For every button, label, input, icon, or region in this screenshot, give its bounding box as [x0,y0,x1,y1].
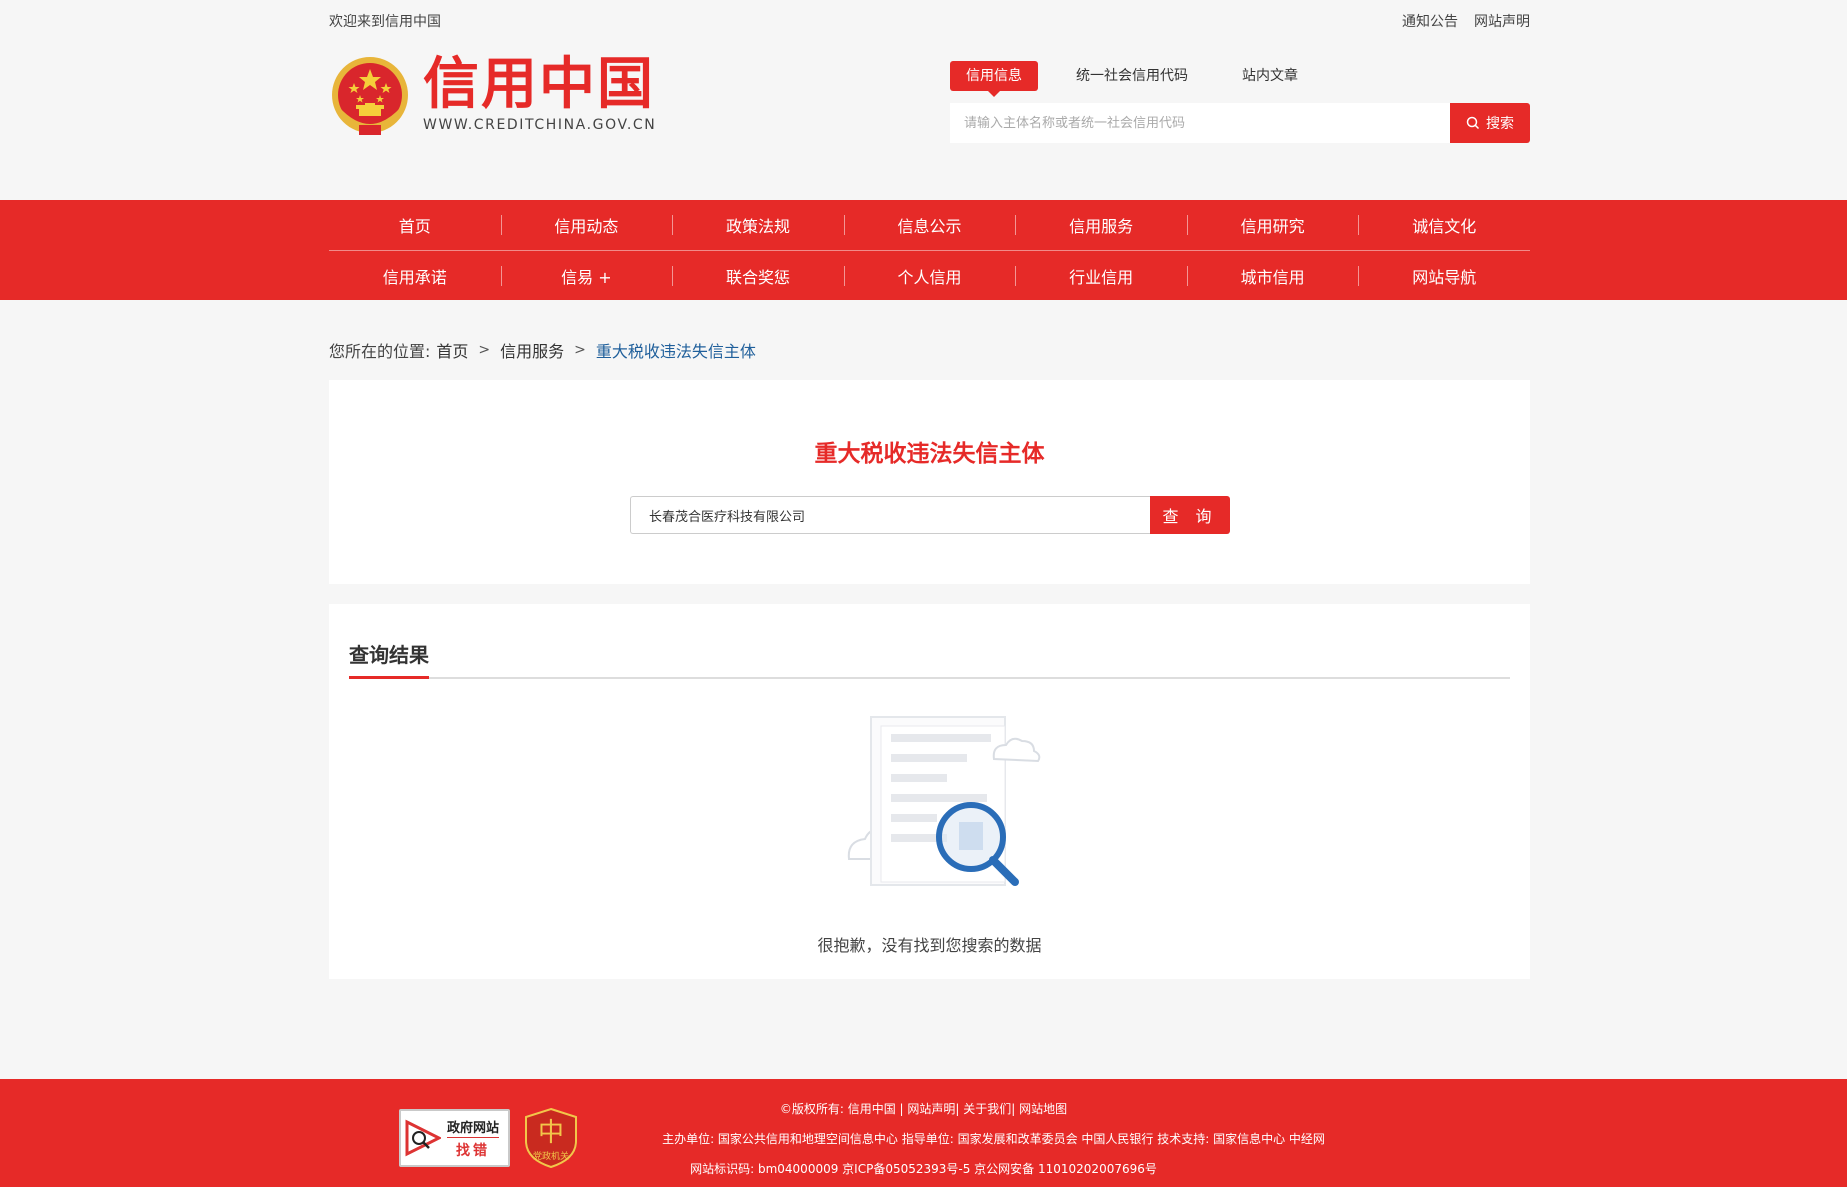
nav-item-industry-credit[interactable]: 行业信用 [1015,264,1187,288]
statement-link[interactable]: 网站声明 [1474,11,1530,31]
nav-item-joint-rewards[interactable]: 联合奖惩 [672,264,844,288]
empty-search-illustration-icon [847,716,1041,886]
notice-link[interactable]: 通知公告 [1402,11,1458,31]
breadcrumb-home[interactable]: 首页 [436,338,468,362]
breadcrumb-current[interactable]: 重大税收违法失信主体 [596,338,756,362]
nav-item-xinyi-plus[interactable]: 信易 + [500,264,673,288]
nav-item-integrity-culture[interactable]: 诚信文化 [1358,213,1530,237]
query-button[interactable]: 查 询 [1150,496,1230,534]
search-tabs: 信用信息 统一社会信用代码 站内文章 [950,60,1530,97]
nav-item-credit-services[interactable]: 信用服务 [1015,213,1187,237]
query-panel: 重大税收违法失信主体 查 询 [329,380,1530,584]
search-input[interactable] [950,103,1450,143]
nav-item-city-credit[interactable]: 城市信用 [1186,264,1359,288]
breadcrumb-separator: > [478,342,491,358]
footer-registration: 网站标识码: bm04000009 京ICP备05052393号-5 京公网安备… [690,1162,1157,1176]
query-form: 查 询 [630,496,1230,534]
search-button[interactable]: 搜索 [1450,103,1530,143]
top-bar: 欢迎来到信用中国 通知公告 网站声明 [329,0,1530,40]
empty-result-message: 很抱歉，没有找到您搜索的数据 [817,936,1042,955]
result-panel: 查询结果 很抱歉，没有找到您搜索的数据 [329,604,1530,979]
tab-credit-code[interactable]: 统一社会信用代码 [1060,61,1204,91]
site-logo[interactable]: 信用中国 WWW.CREDITCHINA.GOV.CN [329,55,656,139]
logo-chinese-title: 信用中国 [423,52,655,117]
tab-site-articles[interactable]: 站内文章 [1226,61,1314,91]
breadcrumb-credit-services[interactable]: 信用服务 [500,338,564,362]
nav-row-1: 首页 信用动态 政策法规 信息公示 信用服务 信用研究 诚信文化 [329,200,1530,250]
nav-item-personal-credit[interactable]: 个人信用 [843,264,1016,288]
nav-item-home[interactable]: 首页 [329,213,501,237]
main-nav: 首页 信用动态 政策法规 信息公示 信用服务 信用研究 诚信文化 信用承诺 信易… [329,200,1530,300]
nav-item-public-info[interactable]: 信息公示 [843,213,1016,237]
nav-item-site-navigation[interactable]: 网站导航 [1358,264,1530,288]
welcome-text: 欢迎来到信用中国 [329,14,441,30]
breadcrumb-separator: > [574,342,586,358]
national-emblem-icon [332,57,408,135]
logo-text: 信用中国 WWW.CREDITCHINA.GOV.CN [423,52,657,134]
footer-copyright[interactable]: ©版权所有: 信用中国 | 网站声明| 关于我们| 网站地图 [0,1100,1847,1130]
nav-row-2: 信用承诺 信易 + 联合奖惩 个人信用 行业信用 城市信用 网站导航 [329,250,1530,300]
nav-item-credit-research[interactable]: 信用研究 [1186,213,1359,237]
result-title: 查询结果 [349,639,429,679]
breadcrumb-prefix: 您所在的位置: [329,342,431,361]
header: 信用中国 WWW.CREDITCHINA.GOV.CN 信用信息 统一社会信用代… [329,50,1530,150]
search-icon [1466,116,1480,130]
tab-credit-info[interactable]: 信用信息 [950,61,1038,97]
result-header: 查询结果 [349,624,1510,679]
nav-item-credit-news[interactable]: 信用动态 [500,213,673,237]
breadcrumb: 您所在的位置: 首页 > 信用服务 > 重大税收违法失信主体 [329,338,1530,362]
footer-organizers: 主办单位: 国家公共信用和地理空间信息中心 指导单位: 国家发展和改革委员会 中… [662,1132,1325,1146]
top-links: 通知公告 网站声明 [1402,11,1530,31]
query-input[interactable] [630,496,1150,534]
search-row: 搜索 [950,103,1530,143]
site-search: 信用信息 统一社会信用代码 站内文章 搜索 [950,60,1530,143]
search-button-label: 搜索 [1486,116,1514,132]
footer-info: ©版权所有: 信用中国 | 网站声明| 关于我们| 网站地图 主办单位: 国家公… [0,1100,1847,1187]
query-title: 重大税收违法失信主体 [814,441,1045,467]
nav-item-policies[interactable]: 政策法规 [672,213,844,237]
logo-domain: WWW.CREDITCHINA.GOV.CN [423,117,657,133]
nav-item-credit-commitment[interactable]: 信用承诺 [329,264,501,288]
